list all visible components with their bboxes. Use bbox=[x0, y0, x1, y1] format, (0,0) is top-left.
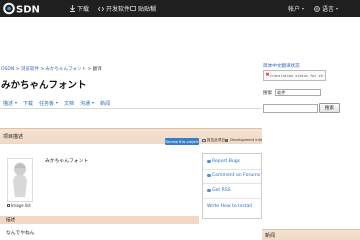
globe-icon bbox=[314, 5, 320, 12]
report-project-link[interactable]: 报告此项目 bbox=[207, 138, 225, 143]
account-label: 帐户 bbox=[288, 6, 301, 13]
download-icon bbox=[70, 5, 75, 12]
breadcrumb-separator: > bbox=[87, 67, 92, 72]
tab-description[interactable]: 描述 bbox=[3, 100, 18, 107]
nav-download[interactable]: 下载 bbox=[70, 0, 89, 17]
project-tabs: 描述 下载 任务板 文档 沟通 新闻 bbox=[0, 98, 262, 109]
link-label: Get RSS bbox=[212, 188, 231, 193]
translation-status-box: ✖ translation status for zh bbox=[263, 70, 326, 81]
project-description: みかちゃんフォント bbox=[45, 159, 89, 164]
divider bbox=[203, 183, 261, 184]
code-icon bbox=[98, 6, 104, 11]
how-to-install-link[interactable]: Write How to Install bbox=[207, 204, 252, 209]
tab-label: 文档 bbox=[64, 100, 75, 107]
info-icon bbox=[225, 139, 228, 142]
section-title: 项目描述 bbox=[3, 134, 24, 140]
divider bbox=[203, 198, 261, 199]
osdn-logo-icon: SDN bbox=[3, 2, 40, 16]
language-menu[interactable]: 语言 bbox=[314, 0, 339, 17]
tab-communicate[interactable]: 沟通 bbox=[80, 100, 95, 107]
search-button-label: 搜索 bbox=[324, 106, 335, 111]
translation-status-link[interactable]: 简体中文翻译状态 bbox=[263, 63, 300, 69]
search-button[interactable]: 搜索 bbox=[319, 103, 340, 113]
link-label: Report Bugs bbox=[212, 159, 241, 164]
nav-develop-label: 开发软件 bbox=[106, 6, 131, 13]
image-list-label: Image list bbox=[11, 203, 31, 208]
image-list-link[interactable]: Image list bbox=[7, 203, 31, 208]
link-label: Comment on Forums bbox=[212, 173, 261, 178]
keyword-bar: 描述 bbox=[0, 216, 199, 224]
news-header: 新闻 bbox=[262, 229, 360, 240]
osdn-logo[interactable]: SDN bbox=[3, 2, 45, 15]
project-text: なんでやねん bbox=[6, 231, 35, 236]
bug-icon bbox=[207, 159, 211, 164]
search-type-select[interactable]: 软件 bbox=[275, 89, 321, 96]
top-bar: SDN 下载 开发软件 贴贴糊 帐户 语言 bbox=[0, 0, 360, 17]
tab-label: 任务板 bbox=[39, 100, 55, 107]
breadcrumb-item[interactable]: OSDN bbox=[1, 67, 14, 72]
tab-label: 描述 bbox=[3, 100, 14, 107]
breadcrumb: OSDN > 浏览软件 > みかちゃんフォント > 翻译 bbox=[1, 66, 102, 72]
mascot-image bbox=[13, 162, 27, 197]
tab-label: 沟通 bbox=[80, 100, 91, 107]
project-links-box: Report Bugs Comment on Forums Get RSS Wr… bbox=[202, 153, 262, 219]
svg-text:SDN: SDN bbox=[16, 5, 40, 16]
mail-icon bbox=[202, 139, 206, 142]
chevron-down-icon bbox=[302, 7, 305, 10]
chat-icon bbox=[130, 5, 136, 11]
breadcrumb-item[interactable]: 浏览软件 bbox=[21, 67, 39, 72]
tab-label: 新闻 bbox=[100, 100, 111, 107]
tab-news[interactable]: 新闻 bbox=[100, 100, 110, 107]
forum-icon bbox=[207, 173, 211, 178]
project-screenshot[interactable] bbox=[7, 158, 33, 202]
breadcrumb-separator: > bbox=[15, 67, 20, 72]
get-rss-link[interactable]: Get RSS bbox=[207, 188, 231, 193]
nav-download-label: 下载 bbox=[77, 6, 90, 13]
comment-forums-link[interactable]: Comment on Forums bbox=[207, 173, 260, 178]
nav-develop[interactable]: 开发软件 bbox=[98, 0, 130, 17]
tab-tasks[interactable]: 任务板 bbox=[39, 100, 59, 107]
page-title: みかちゃんフォント bbox=[1, 80, 87, 91]
news-title: 新闻 bbox=[265, 233, 276, 239]
divider bbox=[203, 169, 261, 170]
breadcrumb-separator: > bbox=[40, 67, 45, 72]
breadcrumb-current: 翻译 bbox=[92, 67, 102, 72]
chevron-down-icon bbox=[56, 102, 59, 104]
search-label: 搜索 bbox=[263, 91, 273, 96]
rss-icon bbox=[207, 188, 211, 193]
chevron-down-icon bbox=[15, 102, 18, 104]
chevron-down-icon bbox=[336, 7, 339, 10]
chevron-down-icon bbox=[92, 102, 95, 104]
tab-docs[interactable]: 文档 bbox=[64, 100, 74, 107]
translation-status-text: translation status for zh bbox=[270, 73, 323, 78]
report-bugs-link[interactable]: Report Bugs bbox=[207, 159, 240, 164]
account-menu[interactable]: 帐户 bbox=[288, 0, 305, 17]
nav-board[interactable]: 贴贴糊 bbox=[130, 0, 156, 17]
link-label: Write How to Install bbox=[207, 204, 252, 209]
keyword-label: 描述 bbox=[6, 218, 16, 223]
breadcrumb-item[interactable]: みかちゃんフォント bbox=[46, 67, 87, 72]
review-project-button[interactable]: Review this project bbox=[165, 138, 199, 145]
image-icon bbox=[7, 204, 10, 207]
language-label: 语言 bbox=[322, 6, 335, 13]
tab-label: 下载 bbox=[23, 100, 34, 107]
nav-board-label: 贴贴糊 bbox=[138, 6, 157, 13]
tab-download[interactable]: 下载 bbox=[23, 100, 33, 107]
development-info-link[interactable]: Development Info bbox=[230, 138, 262, 142]
search-input[interactable] bbox=[263, 104, 318, 113]
